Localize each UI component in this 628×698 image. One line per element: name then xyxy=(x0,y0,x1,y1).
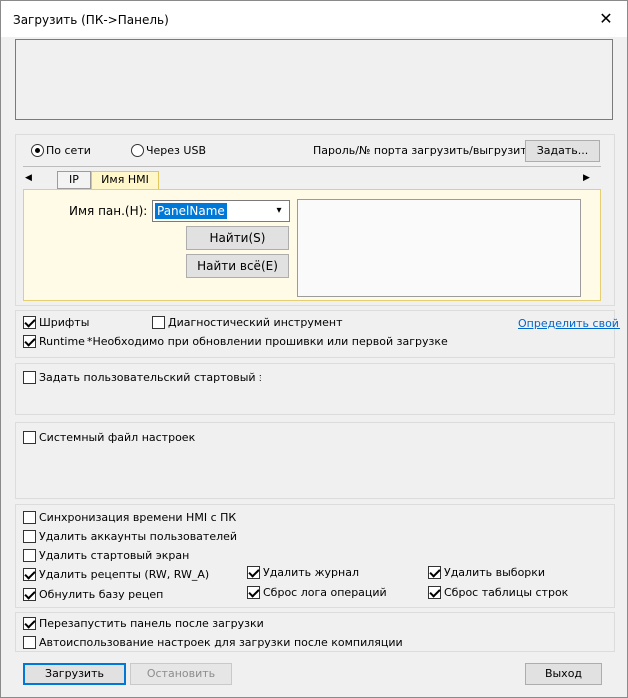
define-ip-link[interactable]: Определить свой IP xyxy=(518,317,620,330)
start-screen-label: Задать пользовательский стартовый экран xyxy=(39,371,261,384)
restart-panel-label: Перезапустить панель после загрузки xyxy=(39,617,264,630)
panel-name-combobox[interactable]: PanelName ▾ xyxy=(152,200,290,222)
reset-ops-log-label: Сброс лога операций xyxy=(263,586,387,599)
chevron-down-icon[interactable]: ▾ xyxy=(271,203,287,219)
network-radio[interactable] xyxy=(31,144,44,157)
fonts-label: Шрифты xyxy=(39,316,90,329)
runtime-note: *Необходимо при обновлении прошивки или … xyxy=(87,335,448,348)
network-radio-label: По сети xyxy=(46,144,91,157)
runtime-checkbox[interactable] xyxy=(23,335,36,348)
delete-accounts-label: Удалить аккаунты пользователей xyxy=(39,530,238,543)
reset-row-table-label: Сброс таблицы строк xyxy=(444,586,569,599)
restart-panel-checkbox[interactable] xyxy=(23,617,36,630)
start-screen-checkbox[interactable] xyxy=(23,371,36,384)
sync-time-checkbox[interactable] xyxy=(23,511,36,524)
delete-accounts-checkbox[interactable] xyxy=(23,530,36,543)
panel-name-value: PanelName xyxy=(155,203,227,219)
delete-journal-checkbox[interactable] xyxy=(247,566,260,579)
diag-tool-label: Диагностический инструмент xyxy=(168,316,343,329)
diag-tool-checkbox[interactable] xyxy=(152,316,165,329)
set-button[interactable]: Задать... xyxy=(525,140,600,162)
password-port-label: Пароль/№ порта загрузить/выгрузить : xyxy=(313,144,541,157)
stop-button[interactable]: Остановить xyxy=(130,663,232,685)
exit-button[interactable]: Выход xyxy=(525,663,602,685)
sync-time-label: Синхронизация времени HMI с ПК xyxy=(39,511,237,524)
delete-journal-label: Удалить журнал xyxy=(263,566,359,579)
delete-samples-label: Удалить выборки xyxy=(444,566,546,579)
upload-button[interactable]: Загрузить xyxy=(23,663,126,685)
upload-dialog: Загрузить (ПК->Панель) ✕ По сети Через U… xyxy=(0,0,628,698)
delete-samples-checkbox[interactable] xyxy=(428,566,441,579)
delete-recipes-label: Удалить рецепты (RW, RW_A) xyxy=(39,568,210,581)
system-file-label: Системный файл настроек xyxy=(39,431,196,444)
usb-radio-label: Через USB xyxy=(146,144,206,157)
tab-scroll-right-icon[interactable]: ▶ xyxy=(583,173,595,183)
tab-scroll-left-icon[interactable]: ◀ xyxy=(25,173,37,183)
delete-recipes-checkbox[interactable] xyxy=(23,568,36,581)
reset-row-table-checkbox[interactable] xyxy=(428,586,441,599)
divider xyxy=(23,166,601,167)
runtime-label: Runtime xyxy=(39,335,85,348)
found-panels-list[interactable] xyxy=(297,199,581,297)
title-bar: Загрузить (ПК->Панель) ✕ xyxy=(1,1,627,37)
description-area xyxy=(15,39,613,120)
delete-start-screen-label: Удалить стартовый экран xyxy=(39,549,190,562)
usb-radio[interactable] xyxy=(131,144,144,157)
reset-recipe-db-checkbox[interactable] xyxy=(23,588,36,601)
delete-start-screen-checkbox[interactable] xyxy=(23,549,36,562)
tab-hmi-name[interactable]: Имя HMI xyxy=(91,171,159,190)
reset-ops-log-checkbox[interactable] xyxy=(247,586,260,599)
close-icon[interactable]: ✕ xyxy=(597,10,615,28)
find-button[interactable]: Найти(S) xyxy=(186,226,289,250)
auto-use-label: Автоиспользование настроек для загрузки … xyxy=(39,636,403,649)
window-title: Загрузить (ПК->Панель) xyxy=(13,13,169,27)
reset-recipe-db-label: Обнулить базу рецептов xyxy=(39,588,163,601)
fonts-checkbox[interactable] xyxy=(23,316,36,329)
tab-ip[interactable]: IP xyxy=(57,171,91,189)
find-all-button[interactable]: Найти всё(E) xyxy=(186,254,289,278)
auto-use-checkbox[interactable] xyxy=(23,636,36,649)
system-file-checkbox[interactable] xyxy=(23,431,36,444)
panel-name-label: Имя пан.(H): xyxy=(69,204,148,218)
